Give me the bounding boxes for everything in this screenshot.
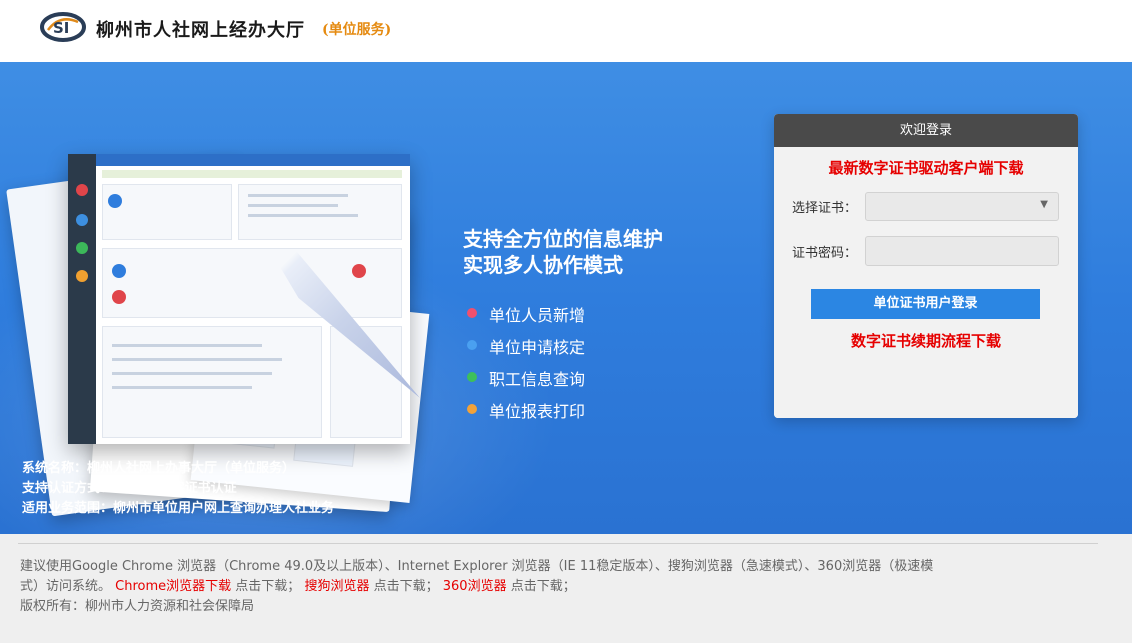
illustration-card bbox=[102, 184, 232, 240]
chrome-download-link[interactable]: Chrome浏览器下载 bbox=[115, 579, 231, 594]
pwd-label: 证书密码： bbox=[792, 246, 858, 261]
page-header: SI 柳州市人社网上经办大厅 (单位服务) bbox=[0, 0, 1132, 62]
bullet-dot-icon bbox=[467, 372, 477, 382]
logo-text: SI bbox=[53, 19, 69, 37]
login-button[interactable]: 单位证书用户登录 bbox=[811, 289, 1040, 319]
illustration-card bbox=[102, 248, 402, 318]
illustration-dot bbox=[112, 290, 126, 304]
click-download-text: 点击下载； bbox=[510, 579, 576, 594]
browser-recommendation-end: 式）访问系统。 bbox=[20, 579, 112, 594]
cert-password-input[interactable] bbox=[865, 236, 1059, 266]
cert-select[interactable]: ▼ bbox=[865, 192, 1059, 221]
dropdown-arrow-icon: ▼ bbox=[1040, 199, 1048, 210]
driver-download-link[interactable]: 最新数字证书驱动客户端下载 bbox=[774, 157, 1078, 178]
system-scope: 适用业务范围：柳州市单位用户网上查询办理人社业务 bbox=[22, 501, 335, 516]
click-download-text: 点击下载； bbox=[373, 579, 439, 594]
illustration-line bbox=[112, 372, 272, 375]
bullet-dot-icon bbox=[467, 308, 477, 318]
illustration-line bbox=[248, 204, 338, 207]
site-subtitle: (单位服务) bbox=[322, 22, 392, 38]
illustration-topbar bbox=[96, 154, 410, 166]
cert-label: 选择证书： bbox=[792, 201, 858, 216]
feature-item-label: 单位人员新增 bbox=[489, 306, 586, 325]
si-logo-icon: SI bbox=[40, 12, 86, 42]
illustration-notice-bar bbox=[102, 170, 402, 178]
illustration-card bbox=[102, 326, 322, 438]
page-footer: 建议使用Google Chrome 浏览器（Chrome 49.0及以上版本）、… bbox=[0, 534, 1132, 643]
illustration-avatar bbox=[108, 194, 122, 208]
illustration-line bbox=[112, 344, 262, 347]
feature-item-label: 职工信息查询 bbox=[489, 370, 586, 389]
copyright: 版权所有：柳州市人力资源和社会保障局 bbox=[20, 599, 255, 614]
illustration-dot bbox=[112, 264, 126, 278]
illustration-line bbox=[112, 386, 252, 389]
feature-item-label: 单位申请核定 bbox=[489, 338, 586, 357]
illustration-line bbox=[248, 194, 348, 197]
feature-item-label: 单位报表打印 bbox=[489, 402, 586, 421]
renewal-download-link[interactable]: 数字证书续期流程下载 bbox=[774, 330, 1078, 351]
feature-heading-line2: 实现多人协作模式 bbox=[463, 253, 623, 277]
sogou-download-link[interactable]: 搜狗浏览器 bbox=[304, 579, 369, 594]
feature-heading: 支持全方位的信息维护 实现多人协作模式 bbox=[463, 226, 663, 278]
footer-divider bbox=[18, 543, 1098, 544]
click-download-text: 点击下载； bbox=[235, 579, 301, 594]
illustration-dot bbox=[352, 264, 366, 278]
illustration-sidebar bbox=[68, 154, 96, 444]
login-body: 最新数字证书驱动客户端下载 选择证书： ▼ 证书密码： 单位证书用户登录 数字证… bbox=[774, 147, 1078, 418]
feature-heading-line1: 支持全方位的信息维护 bbox=[463, 227, 663, 251]
browser-recommendation: 建议使用Google Chrome 浏览器（Chrome 49.0及以上版本）、… bbox=[20, 559, 934, 574]
360-download-link[interactable]: 360浏览器 bbox=[443, 579, 507, 594]
login-header: 欢迎登录 bbox=[774, 114, 1078, 147]
browser-download-row: 式）访问系统。 Chrome浏览器下载 点击下载； 搜狗浏览器 点击下载； 36… bbox=[20, 575, 576, 594]
login-panel: 欢迎登录 最新数字证书驱动客户端下载 选择证书： ▼ 证书密码： 单位证书用户登… bbox=[774, 114, 1078, 418]
system-info: 系统名称：柳州人社网上办事大厅（单位服务） 支持认证方式：CA免费数字证书认证 … bbox=[22, 459, 334, 519]
bullet-dot-icon bbox=[467, 340, 477, 350]
bullet-dot-icon bbox=[467, 404, 477, 414]
site-title: 柳州市人社网上经办大厅 bbox=[96, 20, 305, 41]
system-auth: 支持认证方式：CA免费数字证书认证 bbox=[22, 481, 237, 496]
system-name: 系统名称：柳州人社网上办事大厅（单位服务） bbox=[22, 461, 296, 476]
illustration-line bbox=[112, 358, 282, 361]
